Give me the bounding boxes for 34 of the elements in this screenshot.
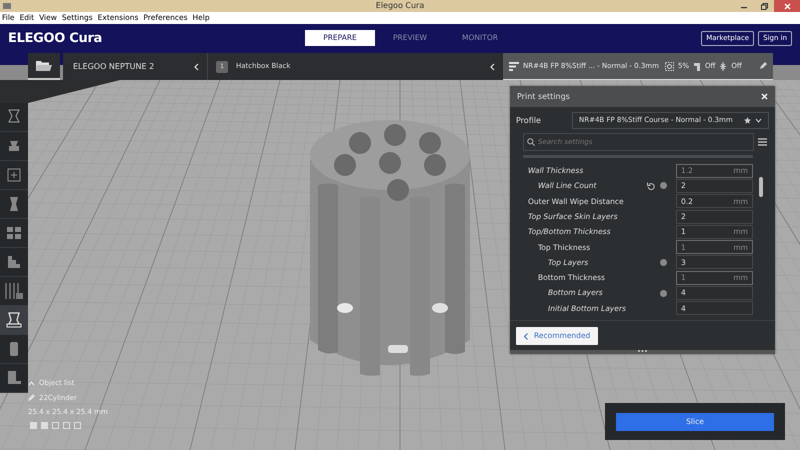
per-model-icon [5,369,23,387]
drag-handle-icon[interactable] [638,350,647,352]
open-file-button[interactable] [28,53,60,80]
profile-icon [509,62,519,70]
print-bed-icon [5,311,23,329]
folder-icon [36,60,52,72]
support-icon [693,62,702,70]
adhesion-icon [719,62,728,70]
edit-icon [759,62,767,70]
lines-icon [5,282,23,300]
pencil-icon [28,394,35,402]
search-icon [527,138,535,146]
step-icon [5,253,23,271]
close-icon[interactable] [761,93,768,100]
star-icon [744,117,751,124]
chevron-left-icon [524,332,528,340]
app-logo: ELEGOO Cura [8,30,102,48]
menu-icon[interactable] [758,138,767,146]
chevron-left-icon [490,62,495,70]
scrollbar[interactable] [759,177,763,197]
window-title: Elegoo Cura [376,0,424,12]
chevron-left-icon [194,62,199,70]
infill-icon [664,62,674,70]
chevron-up-icon [28,380,35,386]
chevron-down-icon [755,118,762,123]
arrange-icon [5,224,23,242]
tool-button[interactable] [0,306,28,335]
reset-icon[interactable] [647,182,655,190]
panel-title: Print settings [517,90,570,102]
profile-label: Profile [516,114,542,126]
app-icon [3,3,11,9]
printer-selector[interactable]: ELEGOO NEPTUNE 2 [63,53,208,80]
restore-icon[interactable] [760,2,768,10]
mesh-tool-icon [5,166,23,184]
